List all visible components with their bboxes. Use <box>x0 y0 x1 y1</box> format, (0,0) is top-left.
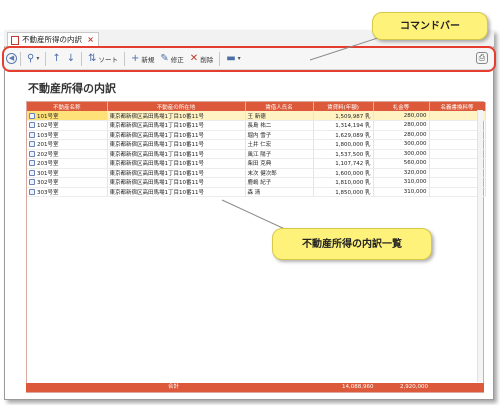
callout-command-bar: コマンドバー <box>372 12 488 40</box>
callout-pointers <box>221 33 391 237</box>
callout-list: 不動産所得の内訳一覧 <box>272 228 432 260</box>
